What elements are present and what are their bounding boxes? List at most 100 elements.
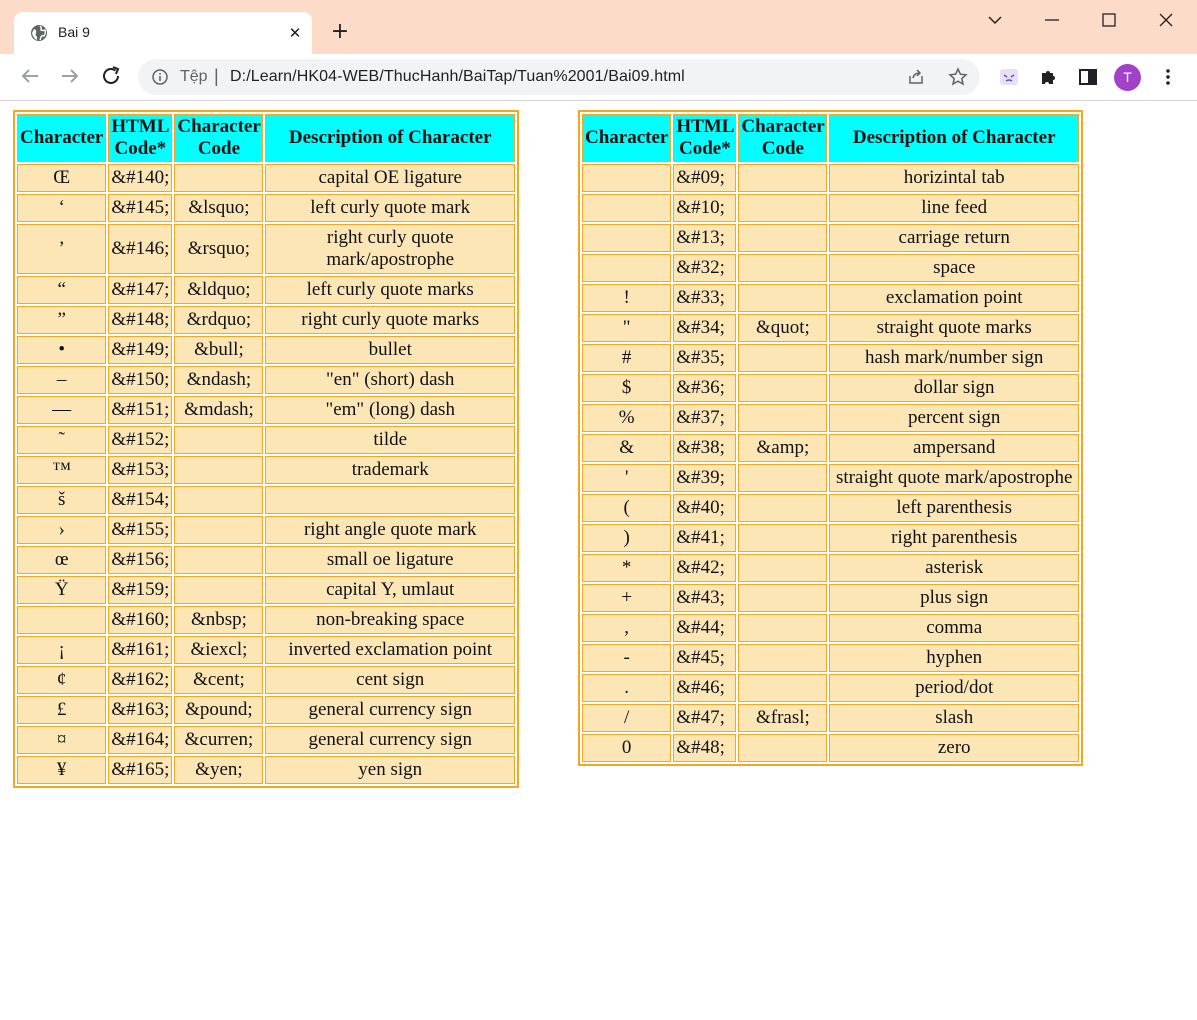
header-character: Character: [17, 114, 107, 162]
minimize-icon[interactable]: [1040, 8, 1064, 32]
table-row: ” &#148; &rdquo; right curly quote marks: [17, 306, 515, 334]
forward-arrow-icon[interactable]: [58, 64, 82, 88]
cell-character: Œ: [17, 164, 107, 192]
cell-description: yen sign: [265, 756, 515, 784]
cell-html-code: &#147;: [108, 276, 173, 304]
header-character: Character: [582, 114, 672, 162]
extensions-puzzle-icon[interactable]: [1038, 66, 1060, 88]
cell-character-code: &ndash;: [174, 366, 264, 394]
cell-description: "em" (long) dash: [265, 396, 515, 424]
table-row: * &#42; asterisk: [582, 554, 1079, 582]
table-row: ’ &#146; &rsquo; right curly quote mark/apo…: [17, 224, 515, 274]
cell-character-code: [174, 486, 264, 514]
cell-character: ’: [17, 224, 107, 274]
cell-character-code: [738, 734, 828, 762]
bookmark-star-icon[interactable]: [948, 67, 968, 87]
cell-character: +: [582, 584, 672, 612]
page-content: Character HTML Code* Character Code Desc…: [0, 101, 1197, 1020]
more-menu-icon[interactable]: [1157, 66, 1179, 88]
table-row: &#13; carriage return: [582, 224, 1079, 252]
cell-character: ¢: [17, 666, 107, 694]
cell-character: (: [582, 494, 672, 522]
cell-character-code: &nbsp;: [174, 606, 264, 634]
address-url[interactable]: D:/Learn/HK04-WEB/ThucHanh/BaiTap/Tuan%2…: [230, 68, 685, 86]
cell-character-code: &quot;: [738, 314, 828, 342]
cell-character: -: [582, 644, 672, 672]
cell-description: trademark: [265, 456, 515, 484]
cell-character-code: [738, 584, 828, 612]
chevron-down-icon[interactable]: [983, 8, 1007, 32]
cell-description: hash mark/number sign: [829, 344, 1079, 372]
cell-character-code: [738, 554, 828, 582]
header-character-code: Character Code: [174, 114, 264, 162]
cell-html-code: &#156;: [108, 546, 173, 574]
cell-description: inverted exclamation point: [265, 636, 515, 664]
cell-html-code: &#41;: [673, 524, 737, 552]
cell-html-code: &#154;: [108, 486, 173, 514]
cell-character: %: [582, 404, 672, 432]
cell-html-code: &#42;: [673, 554, 737, 582]
side-panel-icon[interactable]: [1077, 66, 1099, 88]
profile-avatar[interactable]: T: [1114, 64, 1141, 91]
cell-character-code: [738, 224, 828, 252]
close-tab-icon[interactable]: ✕: [285, 23, 305, 43]
cell-character: [582, 164, 672, 192]
browser-toolbar: Tệp | D:/Learn/HK04-WEB/ThucHanh/BaiTap/…: [0, 54, 1197, 101]
cell-html-code: &#40;: [673, 494, 737, 522]
extension-app-icon[interactable]: [998, 66, 1020, 88]
cell-html-code: &#35;: [673, 344, 737, 372]
cell-character-code: [738, 374, 828, 402]
table-row: # &#35; hash mark/number sign: [582, 344, 1079, 372]
cell-description: asterisk: [829, 554, 1079, 582]
cell-character: ": [582, 314, 672, 342]
cell-description: left curly quote marks: [265, 276, 515, 304]
cell-character: !: [582, 284, 672, 312]
cell-description: capital OE ligature: [265, 164, 515, 192]
cell-character: [582, 254, 672, 282]
table-row: &#09; horizintal tab: [582, 164, 1079, 192]
table-row: ¢ &#162; &cent; cent sign: [17, 666, 515, 694]
cell-description: bullet: [265, 336, 515, 364]
table-row: › &#155; right angle quote mark: [17, 516, 515, 544]
cell-character-code: &mdash;: [174, 396, 264, 424]
cell-character: ›: [17, 516, 107, 544]
table-row: " &#34; &quot; straight quote marks: [582, 314, 1079, 342]
cell-description: slash: [829, 704, 1079, 732]
cell-character: *: [582, 554, 672, 582]
cell-html-code: &#148;: [108, 306, 173, 334]
table-row: & &#38; &amp; ampersand: [582, 434, 1079, 462]
cell-character-code: &rsquo;: [174, 224, 264, 274]
tab-title: Bai 9: [58, 24, 90, 40]
share-icon[interactable]: [906, 67, 926, 87]
cell-html-code: &#09;: [673, 164, 737, 192]
close-window-icon[interactable]: [1154, 8, 1178, 32]
cell-html-code: &#163;: [108, 696, 173, 724]
cell-description: left parenthesis: [829, 494, 1079, 522]
cell-character: [582, 194, 672, 222]
header-html-code: HTML Code*: [108, 114, 173, 162]
table-row: / &#47; &frasl; slash: [582, 704, 1079, 732]
table-row: (&#40; left parenthesis: [582, 494, 1079, 522]
cell-character: ‘: [17, 194, 107, 222]
info-icon[interactable]: [152, 69, 168, 85]
character-table-left: Character HTML Code* Character Code Desc…: [13, 110, 519, 788]
table-row: ‘&#145; &lsquo; left curly quote mark: [17, 194, 515, 222]
cell-html-code: &#47;: [673, 704, 737, 732]
cell-description: right parenthesis: [829, 524, 1079, 552]
cell-character-code: [738, 524, 828, 552]
cell-html-code: &#37;: [673, 404, 737, 432]
cell-description: straight quote mark/apostrophe: [829, 464, 1079, 492]
cell-character: ¤: [17, 726, 107, 754]
back-arrow-icon[interactable]: [18, 64, 42, 88]
cell-character-code: &rdquo;: [174, 306, 264, 334]
new-tab-button[interactable]: +: [328, 20, 352, 44]
tab-bai9[interactable]: Bai 9 ✕: [14, 12, 312, 54]
maximize-icon[interactable]: [1097, 8, 1121, 32]
table-row: &#32; space: [582, 254, 1079, 282]
address-bar[interactable]: Tệp | D:/Learn/HK04-WEB/ThucHanh/BaiTap/…: [138, 59, 980, 95]
cell-character: “: [17, 276, 107, 304]
cell-character: .: [582, 674, 672, 702]
cell-description: space: [829, 254, 1079, 282]
cell-character-code: [174, 576, 264, 604]
reload-icon[interactable]: [99, 64, 123, 88]
